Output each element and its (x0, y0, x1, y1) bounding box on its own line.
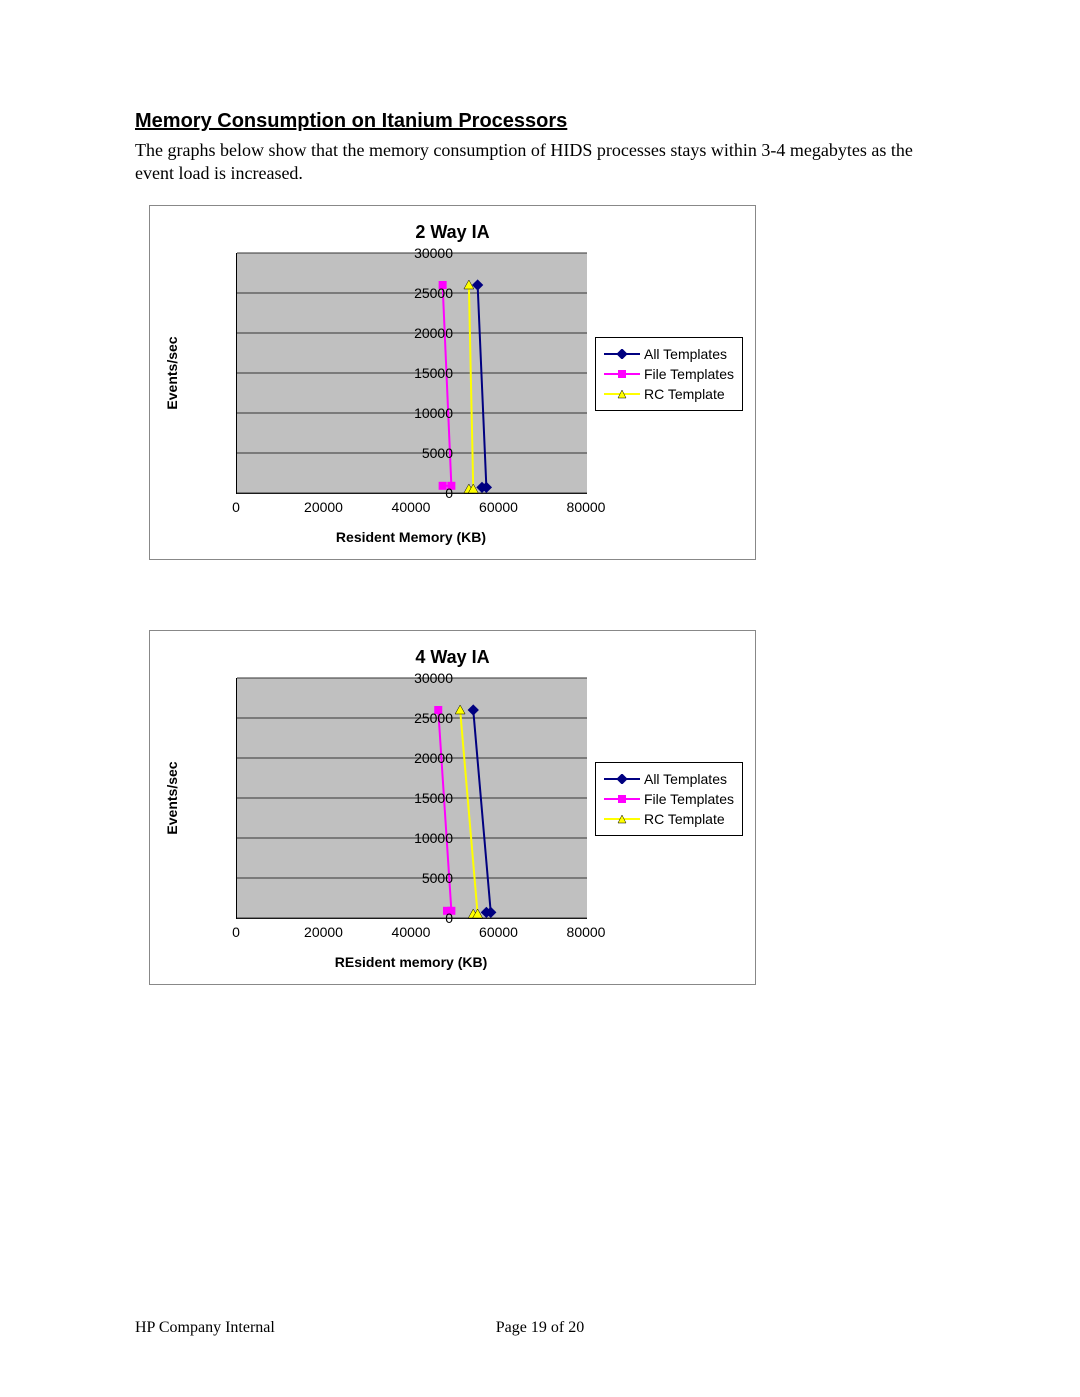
y-tick-label: 5000 (393, 445, 453, 461)
x-tick-label: 40000 (392, 924, 431, 940)
x-tick-label: 80000 (567, 499, 606, 515)
legend-label: All Templates (644, 771, 727, 787)
x-tick-label: 20000 (304, 499, 343, 515)
legend-item-all: All Templates (604, 769, 734, 789)
x-tick-label: 0 (232, 499, 240, 515)
y-axis-label: Events/sec (164, 336, 180, 409)
footer-page: Page 19 of 20 (496, 1319, 584, 1337)
body-paragraph: The graphs below show that the memory co… (135, 139, 945, 185)
chart-2way: 2 Way IA Events/sec Resident Memory (KB)… (149, 205, 756, 560)
y-axis-label: Events/sec (164, 761, 180, 834)
legend-label: RC Template (644, 811, 725, 827)
legend-label: File Templates (644, 791, 734, 807)
legend: All Templates File Templates RC Template (595, 762, 743, 836)
legend-item-file: File Templates (604, 789, 734, 809)
x-tick-label: 80000 (567, 924, 606, 940)
x-axis-label: Resident Memory (KB) (236, 529, 586, 545)
x-tick-label: 0 (232, 924, 240, 940)
y-tick-label: 30000 (393, 245, 453, 261)
x-tick-label: 60000 (479, 499, 518, 515)
legend-item-rc: RC Template (604, 809, 734, 829)
legend-label: File Templates (644, 366, 734, 382)
x-axis-label: REsident memory (KB) (236, 954, 586, 970)
legend-item-rc: RC Template (604, 384, 734, 404)
x-tick-label: 20000 (304, 924, 343, 940)
x-tick-label: 40000 (392, 499, 431, 515)
section-heading: Memory Consumption on Itanium Processors (135, 110, 945, 133)
y-tick-label: 25000 (393, 710, 453, 726)
y-tick-label: 20000 (393, 325, 453, 341)
y-tick-label: 20000 (393, 750, 453, 766)
y-tick-label: 30000 (393, 670, 453, 686)
y-tick-label: 10000 (393, 830, 453, 846)
chart-4way: 4 Way IA Events/sec REsident memory (KB)… (149, 630, 756, 985)
legend-item-all: All Templates (604, 344, 734, 364)
footer-left: HP Company Internal (135, 1319, 275, 1336)
y-tick-label: 5000 (393, 870, 453, 886)
x-tick-label: 60000 (479, 924, 518, 940)
footer: HP Company Internal Page 19 of 20 (135, 1319, 945, 1337)
legend-item-file: File Templates (604, 364, 734, 384)
y-tick-label: 15000 (393, 790, 453, 806)
legend: All Templates File Templates RC Template (595, 337, 743, 411)
y-tick-label: 10000 (393, 405, 453, 421)
legend-label: RC Template (644, 386, 725, 402)
y-tick-label: 25000 (393, 285, 453, 301)
legend-label: All Templates (644, 346, 727, 362)
y-tick-label: 15000 (393, 365, 453, 381)
